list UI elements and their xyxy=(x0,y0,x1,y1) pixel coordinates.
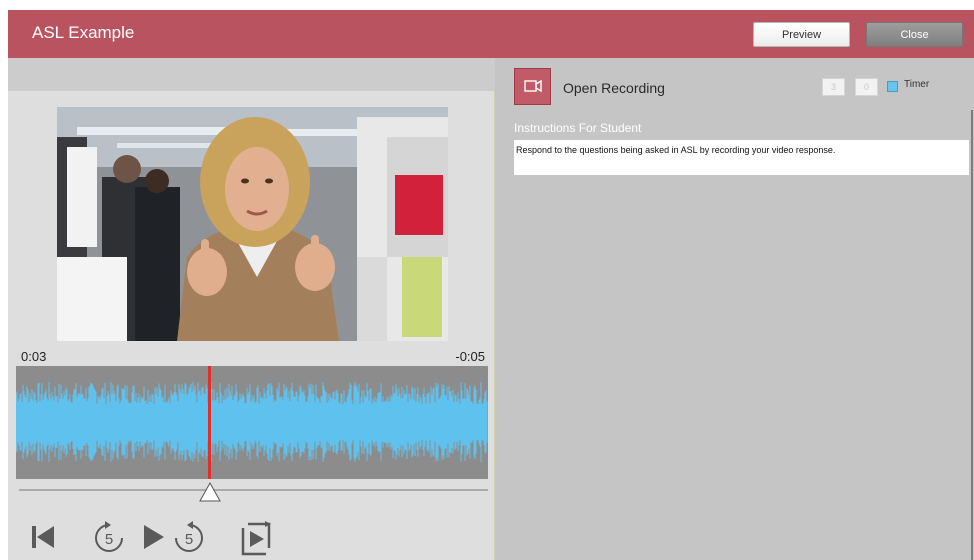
scrub-track[interactable] xyxy=(19,489,488,491)
video-still-image xyxy=(57,107,448,341)
audio-waveform[interactable] xyxy=(16,366,488,479)
recording-pane: Open Recording Timer Instructions For St… xyxy=(496,58,974,560)
timer-checkbox[interactable] xyxy=(887,81,898,92)
current-time: 0:03 xyxy=(21,349,47,364)
pane-scrollbar[interactable] xyxy=(971,110,973,560)
close-button[interactable]: Close xyxy=(866,22,963,47)
skip-back-icon[interactable] xyxy=(30,520,56,554)
waveform-graph xyxy=(16,382,488,462)
playhead[interactable] xyxy=(208,366,212,479)
timer-seconds-input[interactable] xyxy=(855,78,878,96)
video-camera-icon xyxy=(524,79,542,93)
play-icon[interactable] xyxy=(140,520,168,554)
timer-label: Timer xyxy=(904,79,930,90)
open-recording-label: Open Recording xyxy=(563,80,665,96)
rewind-5-icon[interactable]: 5 xyxy=(92,520,126,556)
player-pane: 0:03 -0:05 5 5 xyxy=(8,58,495,560)
video-frame[interactable] xyxy=(57,107,448,341)
scrub-handle[interactable] xyxy=(198,482,221,502)
playback-controls: 5 5 xyxy=(8,520,495,560)
waveform-signal xyxy=(16,382,488,462)
preview-button[interactable]: Preview xyxy=(753,22,850,47)
page-title: ASL Example xyxy=(32,23,135,42)
instructions-textarea[interactable]: Respond to the questions being asked in … xyxy=(514,140,969,175)
rewind-seconds-label: 5 xyxy=(105,531,113,548)
header-bar: ASL Example Preview Close xyxy=(8,10,974,58)
instructions-title: Instructions For Student xyxy=(514,121,642,135)
asl-editor-window: ASL Example Preview Close 0:03 -0:05 5 5… xyxy=(8,10,974,560)
player-toolbar xyxy=(8,58,495,91)
forward-5-icon[interactable]: 5 xyxy=(172,520,206,556)
loop-play-icon[interactable] xyxy=(236,520,274,558)
open-recording-button[interactable] xyxy=(514,68,551,105)
remaining-time: -0:05 xyxy=(455,349,485,364)
timer-minutes-input[interactable] xyxy=(822,78,845,96)
forward-seconds-label: 5 xyxy=(185,531,193,548)
